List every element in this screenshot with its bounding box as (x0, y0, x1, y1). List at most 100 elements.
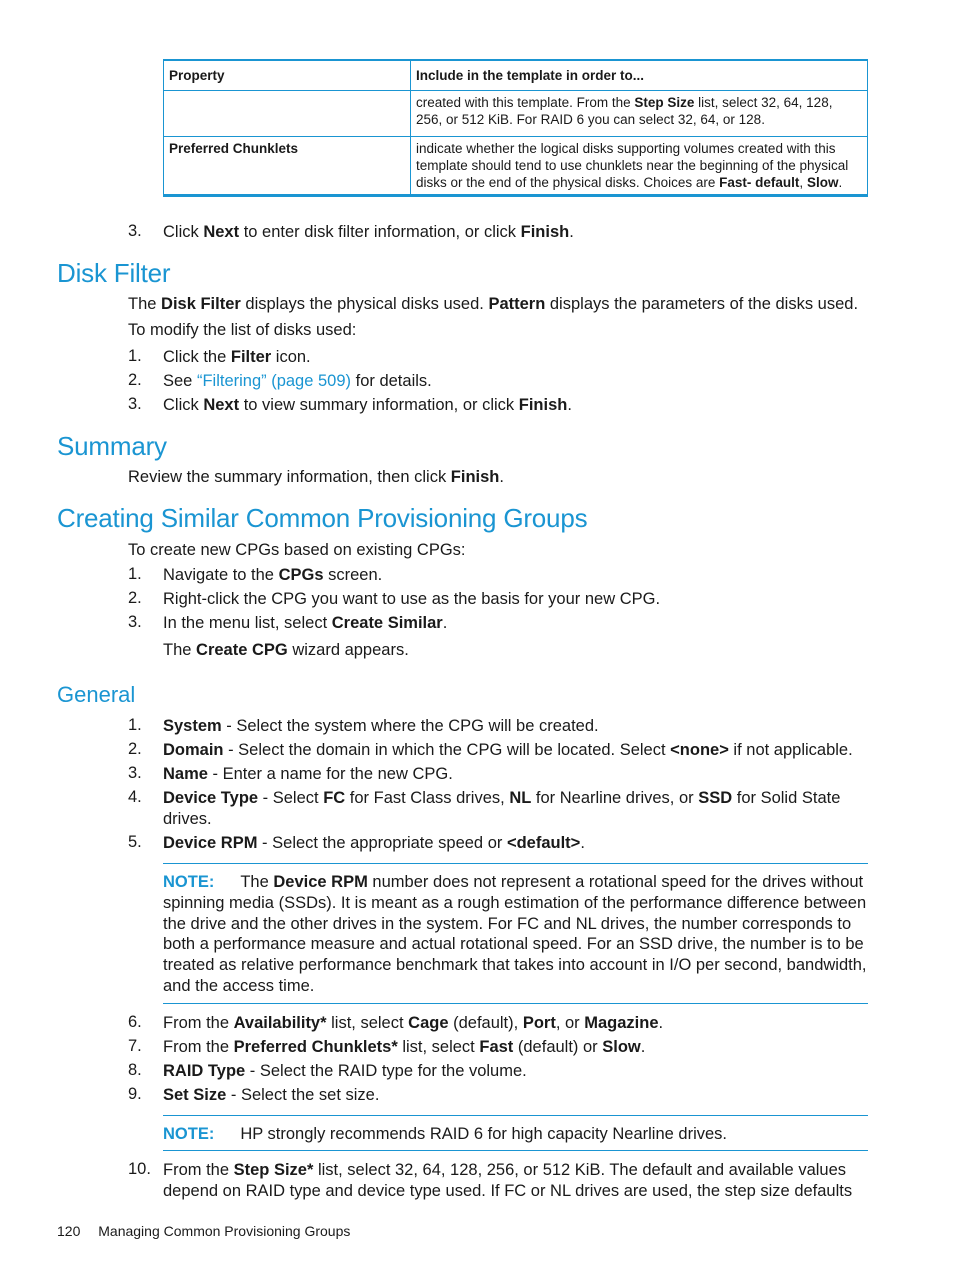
list-text: From the Preferred Chunklets* list, sele… (163, 1037, 868, 1058)
bold-term: FC (323, 789, 346, 807)
table-cell-property: Preferred Chunklets (163, 136, 411, 196)
list-text: System - Select the system where the CPG… (163, 716, 868, 737)
list-text: Set Size - Select the set size. (163, 1085, 868, 1106)
list-text: Device RPM - Select the appropriate spee… (163, 833, 868, 854)
text-run: . (567, 396, 572, 414)
bold-term: Step Size* (233, 1161, 314, 1179)
list-text: See “Filtering” (page 509) for details. (163, 371, 868, 392)
disk-filter-lead: To modify the list of disks used: (128, 321, 357, 339)
list-number: 2. (128, 589, 142, 607)
list-number: 5. (128, 833, 142, 851)
section-heading-summary: Summary (57, 431, 167, 461)
text-run: Click (163, 396, 204, 414)
bold-term: Device Type (163, 789, 259, 807)
list-number: 4. (128, 788, 142, 806)
text-run: . (569, 223, 574, 241)
cross-reference-link[interactable]: “Filtering” (page 509) (197, 372, 351, 390)
text-run: , or (555, 1014, 585, 1032)
bold-term: Set Size (163, 1086, 227, 1104)
list-number: 7. (128, 1037, 142, 1055)
text-run: . (442, 614, 448, 632)
text-run: Click the (163, 348, 231, 366)
text-run: In the menu list, select (163, 614, 332, 632)
table-row: Preferred Chunklets indicate whether the… (163, 136, 868, 196)
text-run: screen. (323, 566, 383, 584)
properties-table: Property Include in the template in orde… (163, 59, 868, 197)
list-text: Click the Filter icon. (163, 347, 868, 368)
note-label: NOTE: (163, 873, 215, 891)
bold-term: <default> (506, 834, 581, 852)
text-run: HP strongly recommends RAID 6 for high c… (240, 1125, 727, 1143)
bold-term: Create CPG (196, 641, 288, 659)
table-cell-description: created with this template. From the Ste… (410, 90, 868, 137)
bold-term: RAID Type (163, 1062, 246, 1080)
table-cell-description: indicate whether the logical disks suppo… (410, 136, 868, 196)
bold-term: Slow (806, 175, 839, 190)
bold-term: CPGs (278, 566, 324, 584)
text-run: From the (163, 1014, 234, 1032)
text-run: Navigate to the (163, 566, 279, 584)
text-run: - Select the appropriate speed or (257, 834, 507, 852)
bold-term: Availability* (233, 1014, 327, 1032)
text-run: for details. (351, 372, 432, 390)
text-run: The (128, 295, 162, 313)
bold-term: Finish (520, 223, 570, 241)
table-cell-property (163, 90, 411, 137)
note-text: The Device RPM number does not represent… (163, 873, 866, 995)
list-text: In the menu list, select Create Similar. (163, 613, 868, 634)
text-run: - Select the system where the CPG will b… (221, 717, 599, 735)
text-run: list, select (397, 1038, 480, 1056)
bold-term: Device RPM (273, 873, 368, 891)
list-number: 3. (128, 613, 142, 631)
text-run: Right-click the CPG you want to use as t… (163, 590, 661, 608)
list-number: 3. (128, 395, 142, 413)
bold-term: Device RPM (163, 834, 258, 852)
text-run: See (163, 372, 197, 390)
bold-term: NL (509, 789, 532, 807)
bold-term: Preferred Chunklets* (233, 1038, 398, 1056)
section-heading-disk-filter: Disk Filter (57, 258, 171, 288)
bold-term: Finish (518, 396, 568, 414)
bold-term: Filter (230, 348, 272, 366)
text-run: - Select the RAID type for the volume. (245, 1062, 527, 1080)
bold-term: System (163, 717, 222, 735)
section-heading-creating-similar: Creating Similar Common Provisioning Gro… (57, 503, 588, 533)
text-run: The (163, 641, 197, 659)
text-run: to view summary information, or click (239, 396, 519, 414)
list-number: 8. (128, 1061, 142, 1079)
text-run: displays the physical disks used. (240, 295, 489, 313)
bold-term: Next (203, 396, 240, 414)
bold-term: Fast- default (719, 175, 800, 190)
list-number: 3. (128, 222, 142, 240)
text-run: - Select the domain in which the CPG wil… (223, 741, 671, 759)
list-text: RAID Type - Select the RAID type for the… (163, 1061, 868, 1082)
bold-term: SSD (698, 789, 733, 807)
text-run: Click (163, 223, 204, 241)
text-run: if not applicable. (728, 741, 853, 759)
text-run: . (838, 175, 843, 190)
bold-term: Pattern (488, 295, 546, 313)
note-raid6: NOTE: HP strongly recommends RAID 6 for h… (163, 1115, 868, 1151)
bold-term: Magazine (584, 1014, 659, 1032)
text-run: created with this template. From the (416, 95, 635, 110)
note-label: NOTE: (163, 1125, 215, 1143)
text-run: icon. (271, 348, 311, 366)
list-number: 2. (128, 371, 142, 389)
bold-term: Domain (163, 741, 224, 759)
bold-term: Name (163, 765, 208, 783)
list-number: 2. (128, 740, 142, 758)
text-run: (default) or (513, 1038, 603, 1056)
summary-text: Review the summary information, then cli… (128, 468, 504, 487)
creating-result: The Create CPG wizard appears. (163, 641, 409, 660)
creating-lead: To create new CPGs based on existing CPG… (128, 541, 466, 559)
text-run: displays the parameters of the disks use… (545, 295, 859, 313)
list-number: 1. (128, 347, 142, 365)
text-run: . (499, 468, 504, 486)
text-run: , (799, 175, 807, 190)
text-run: (default), (448, 1014, 523, 1032)
disk-filter-intro: The Disk Filter displays the physical di… (128, 295, 858, 314)
bold-term: <none> (670, 741, 729, 759)
bold-term: Cage (408, 1014, 449, 1032)
text-run: list, select (326, 1014, 409, 1032)
table-row: created with this template. From the Ste… (163, 90, 868, 137)
